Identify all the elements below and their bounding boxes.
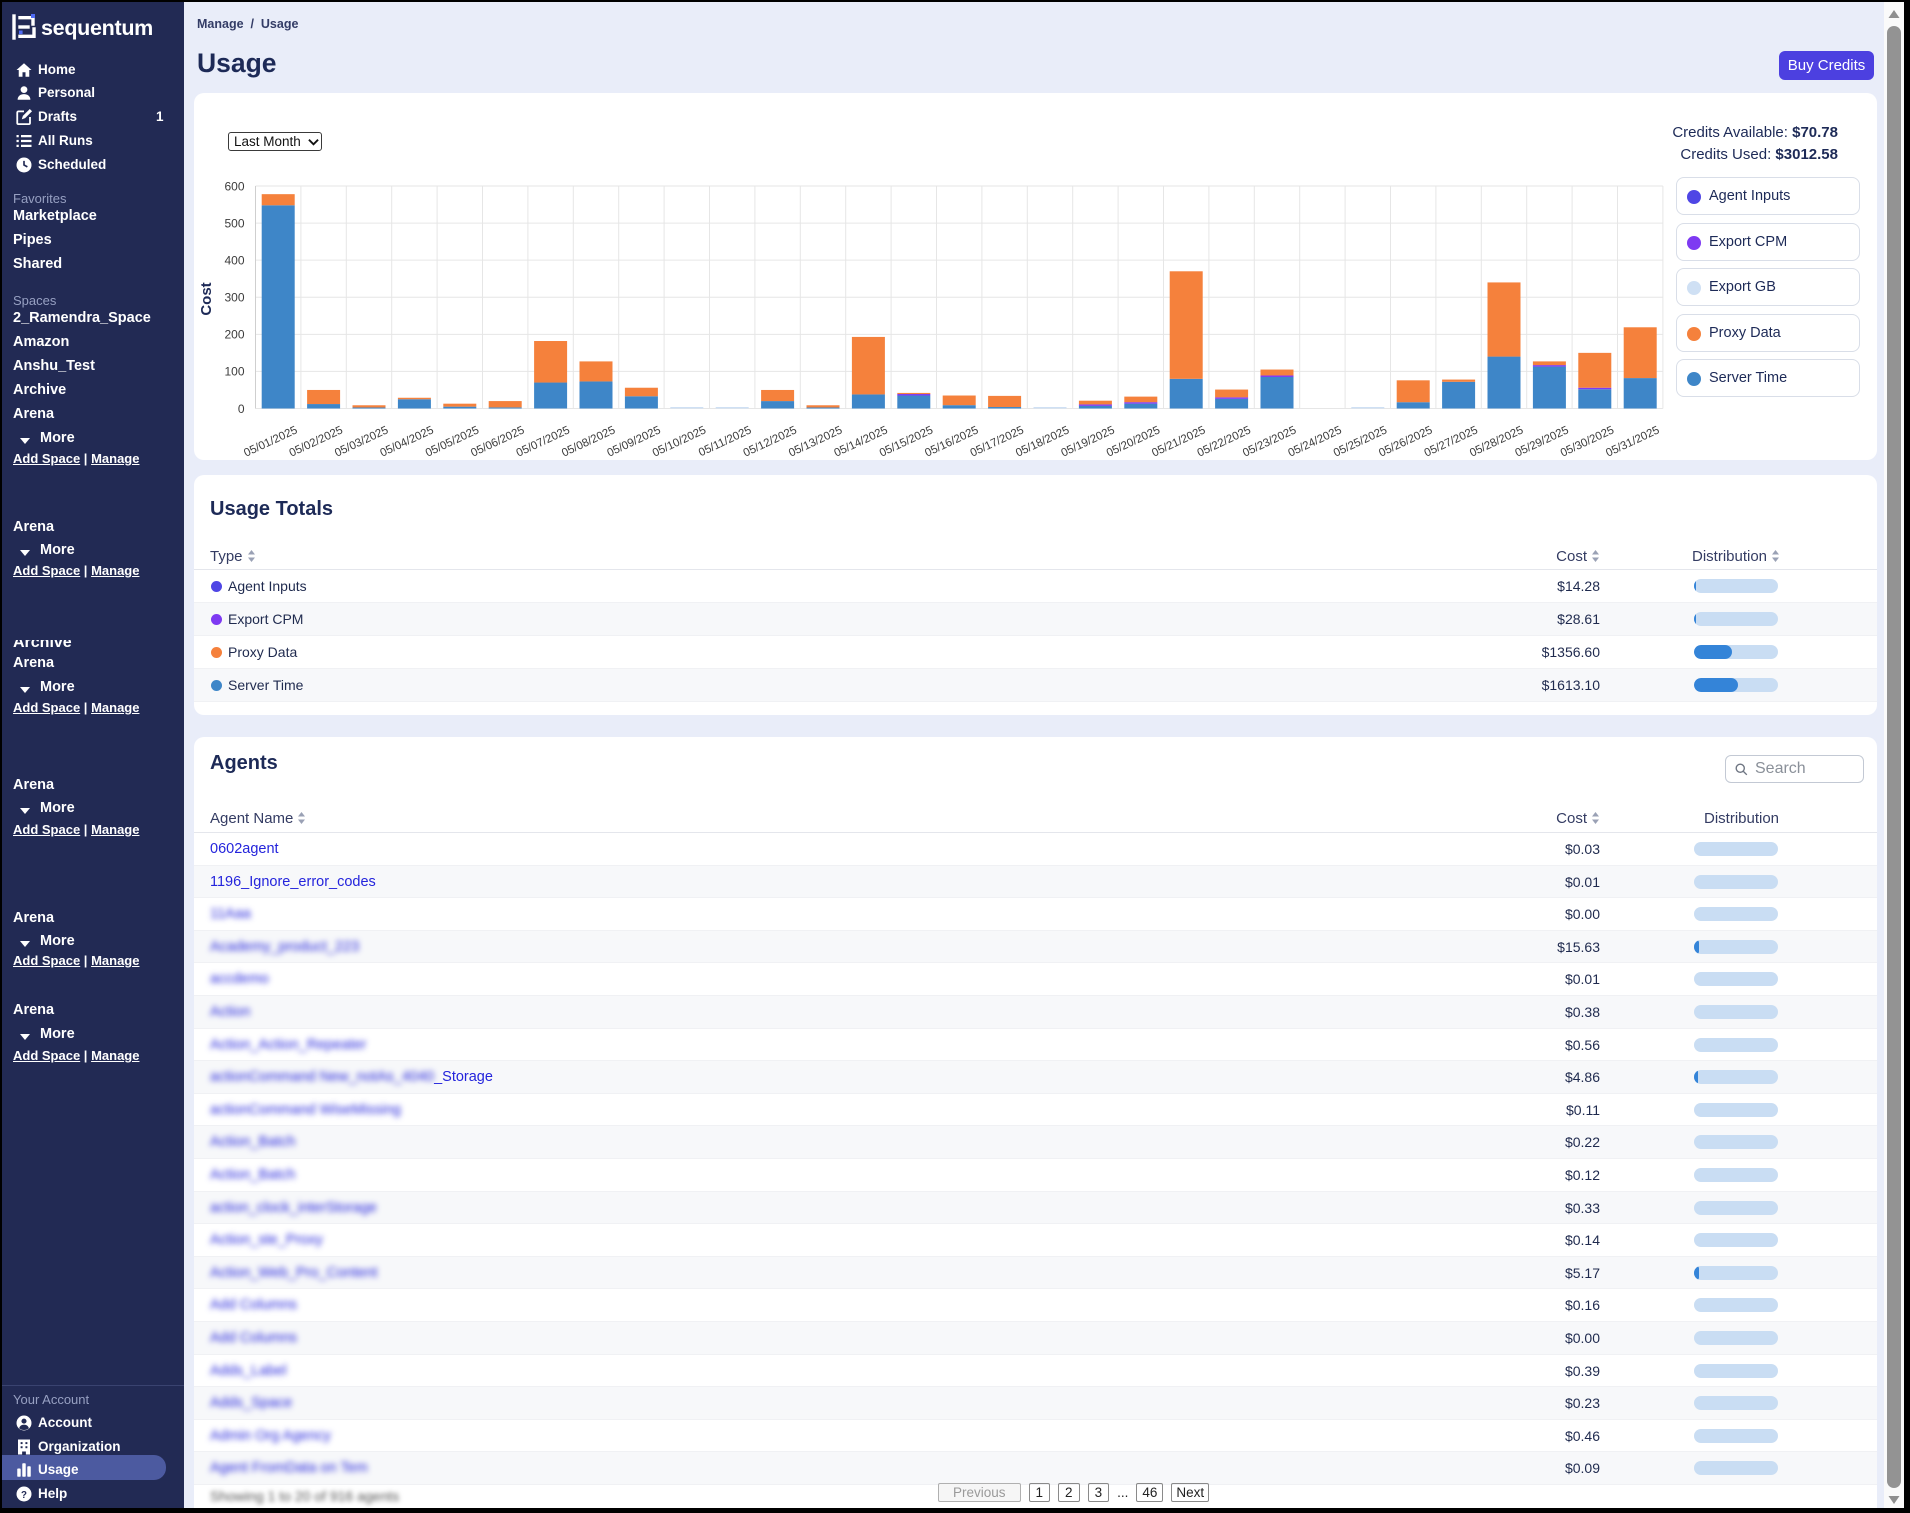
svg-text:600: 600 [224, 179, 244, 193]
svg-text:Cost: Cost [198, 282, 215, 315]
svg-text:300: 300 [224, 291, 244, 305]
svg-text:?: ? [21, 1490, 27, 1501]
svg-text:400: 400 [224, 253, 244, 267]
svg-text:500: 500 [224, 216, 244, 230]
svg-text:0: 0 [238, 402, 245, 416]
svg-text:200: 200 [224, 328, 244, 342]
svg-text:100: 100 [224, 365, 244, 379]
